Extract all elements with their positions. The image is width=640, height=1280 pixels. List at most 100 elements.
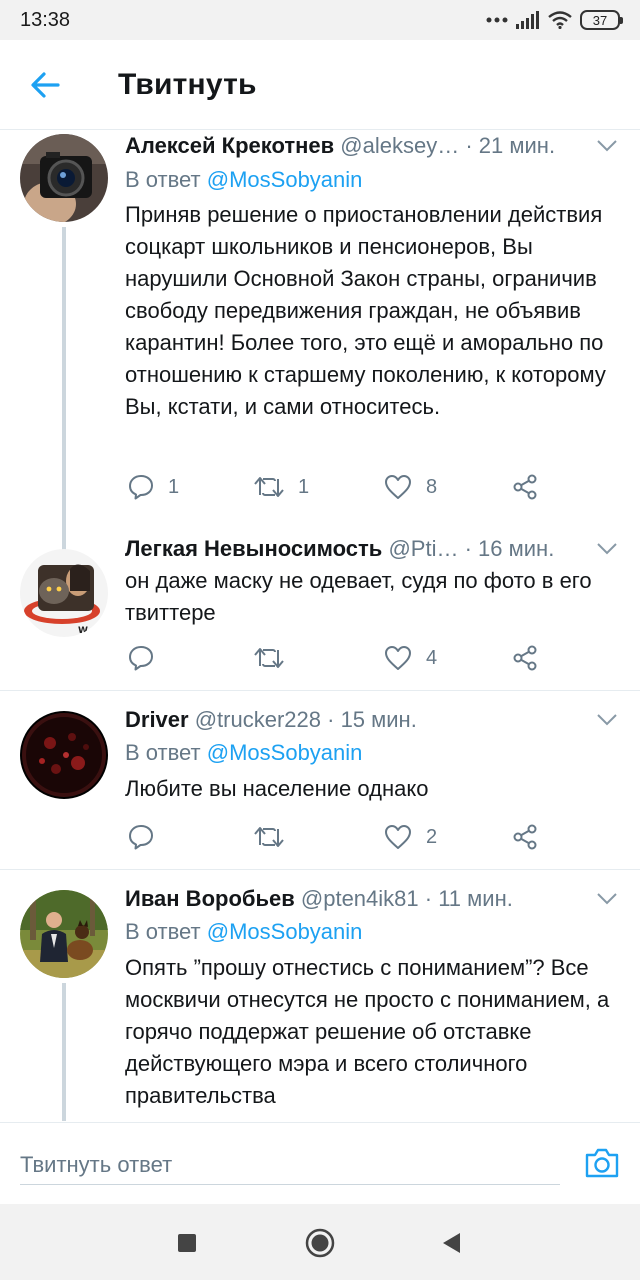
share-button[interactable] [512, 819, 538, 855]
tweet-time: · 21 мин. [465, 133, 556, 158]
share-icon [513, 645, 537, 671]
tweet-time: · 11 мин. [424, 886, 513, 911]
avatar-camera-image [20, 134, 108, 222]
status-time: 13:38 [20, 9, 71, 31]
retweet-button[interactable] [254, 640, 298, 676]
retweet-icon [254, 827, 284, 847]
avatar[interactable] [20, 134, 108, 222]
author-name[interactable]: Driver [125, 707, 189, 732]
share-button[interactable] [512, 469, 538, 505]
tweet-meta: Алексей Крекотнев @aleksey… · 21 мин. [125, 133, 610, 163]
chevron-down-icon[interactable] [596, 139, 618, 153]
reply-handle-link[interactable]: @MosSobyanin [207, 919, 363, 944]
tweet-actions: 2 [0, 819, 640, 855]
author-name[interactable]: Иван Воробьев [125, 886, 295, 911]
tweet-time: · 16 мин. [464, 536, 555, 561]
heart-icon [385, 646, 411, 670]
status-bar: 13:38 37 [0, 0, 640, 40]
like-count: 8 [426, 475, 438, 498]
reply-button[interactable] [128, 819, 168, 855]
tweet-feed[interactable]: Алексей Крекотнев @aleksey… · 21 мин. В … [0, 131, 640, 1121]
retweet-button[interactable]: 1 [254, 469, 309, 505]
avatar[interactable] [20, 890, 108, 978]
like-button[interactable]: 2 [384, 819, 437, 855]
reply-context: В ответ @MosSobyanin [125, 919, 362, 945]
tweet-time: · 15 мин. [327, 707, 417, 732]
tweet-actions: 1 1 8 [0, 469, 640, 505]
tweet[interactable]: Driver @trucker228 · 15 мин. В ответ @Mo… [0, 691, 640, 870]
like-count: 4 [426, 646, 438, 669]
home-button[interactable] [303, 1226, 337, 1260]
reply-icon [129, 475, 153, 500]
like-button[interactable]: 8 [384, 469, 437, 505]
reply-handle-link[interactable]: @MosSobyanin [207, 740, 363, 765]
wifi-icon [548, 11, 572, 29]
reply-prefix: В ответ [125, 167, 201, 192]
share-button[interactable] [512, 640, 538, 676]
chevron-down-icon[interactable] [596, 892, 618, 906]
avatar[interactable]: W [20, 549, 108, 637]
tweet-text: Опять ”прошу отнестись с пониманием”? Вс… [125, 955, 610, 1108]
tweet-meta: Иван Воробьев @pten4ik81 · 11 мин. [125, 886, 610, 916]
reply-handle-link[interactable]: @MosSobyanin [207, 167, 363, 192]
tweet-text: Любите вы население однако [125, 776, 429, 801]
tweet-meta: Driver @trucker228 · 15 мин. [125, 707, 610, 737]
author-handle[interactable]: @Pti… [388, 536, 458, 561]
tweet[interactable]: Алексей Крекотнев @aleksey… · 21 мин. В … [0, 131, 640, 531]
tweet-actions: 4 [0, 640, 640, 676]
avatar-man-dog-image [20, 890, 108, 978]
tweet[interactable]: Иван Воробьев @pten4ik81 · 11 мин. В отв… [0, 870, 640, 1121]
reply-button[interactable] [128, 640, 168, 676]
tweet-text: он даже маску не одевает, судя по фото в… [125, 568, 592, 625]
chevron-down-icon[interactable] [596, 542, 618, 556]
author-handle[interactable]: @trucker228 [195, 707, 321, 732]
square-icon [178, 1234, 196, 1252]
home-circle-icon [305, 1228, 335, 1258]
heart-icon [385, 825, 411, 849]
back-triangle-icon [443, 1233, 460, 1253]
more-dots-icon [486, 17, 508, 23]
recents-button[interactable] [170, 1226, 204, 1260]
retweet-icon [254, 477, 284, 497]
back-arrow-icon[interactable] [28, 68, 62, 102]
svg-text:W: W [78, 626, 88, 636]
share-icon [513, 474, 537, 500]
retweet-button[interactable] [254, 819, 298, 855]
heart-icon [385, 475, 411, 499]
battery-level: 37 [592, 12, 608, 28]
tweet-text: Приняв решение о приостановлении действи… [125, 202, 606, 419]
signal-icon [516, 11, 539, 29]
back-button[interactable] [434, 1226, 468, 1260]
app-header: Твитнуть [0, 40, 640, 130]
tweet-meta: Легкая Невыносимость @Pti… · 16 мин. [125, 536, 610, 566]
avatar-cat-image: W [20, 549, 108, 637]
share-icon [513, 824, 537, 850]
reply-context: В ответ @MosSobyanin [125, 740, 362, 766]
reply-prefix: В ответ [125, 919, 201, 944]
camera-icon[interactable] [584, 1147, 620, 1179]
battery-icon: 37 [580, 10, 623, 30]
author-name[interactable]: Легкая Невыносимость [125, 536, 382, 561]
author-name[interactable]: Алексей Крекотнев [125, 133, 334, 158]
tweet[interactable]: W Легкая Невыносимость @Pti… · 16 мин. о… [0, 531, 640, 691]
like-button[interactable]: 4 [384, 640, 437, 676]
like-count: 2 [426, 825, 438, 848]
avatar-planet-image [20, 711, 108, 799]
author-handle[interactable]: @aleksey… [340, 133, 459, 158]
reply-count: 1 [168, 475, 180, 498]
page-title: Твитнуть [118, 68, 257, 101]
retweet-count: 1 [298, 475, 310, 498]
reply-context: В ответ @MosSobyanin [125, 167, 362, 193]
reply-icon [129, 825, 153, 850]
system-nav-bar [0, 1204, 640, 1280]
reply-button[interactable]: 1 [128, 469, 179, 505]
avatar[interactable] [20, 711, 108, 799]
retweet-icon [254, 648, 284, 668]
reply-prefix: В ответ [125, 740, 201, 765]
author-handle[interactable]: @pten4ik81 [301, 886, 419, 911]
chevron-down-icon[interactable] [596, 713, 618, 727]
reply-icon [129, 646, 153, 671]
reply-input[interactable] [20, 1145, 560, 1185]
reply-compose-bar [0, 1122, 640, 1204]
status-icons: 37 [486, 9, 623, 31]
